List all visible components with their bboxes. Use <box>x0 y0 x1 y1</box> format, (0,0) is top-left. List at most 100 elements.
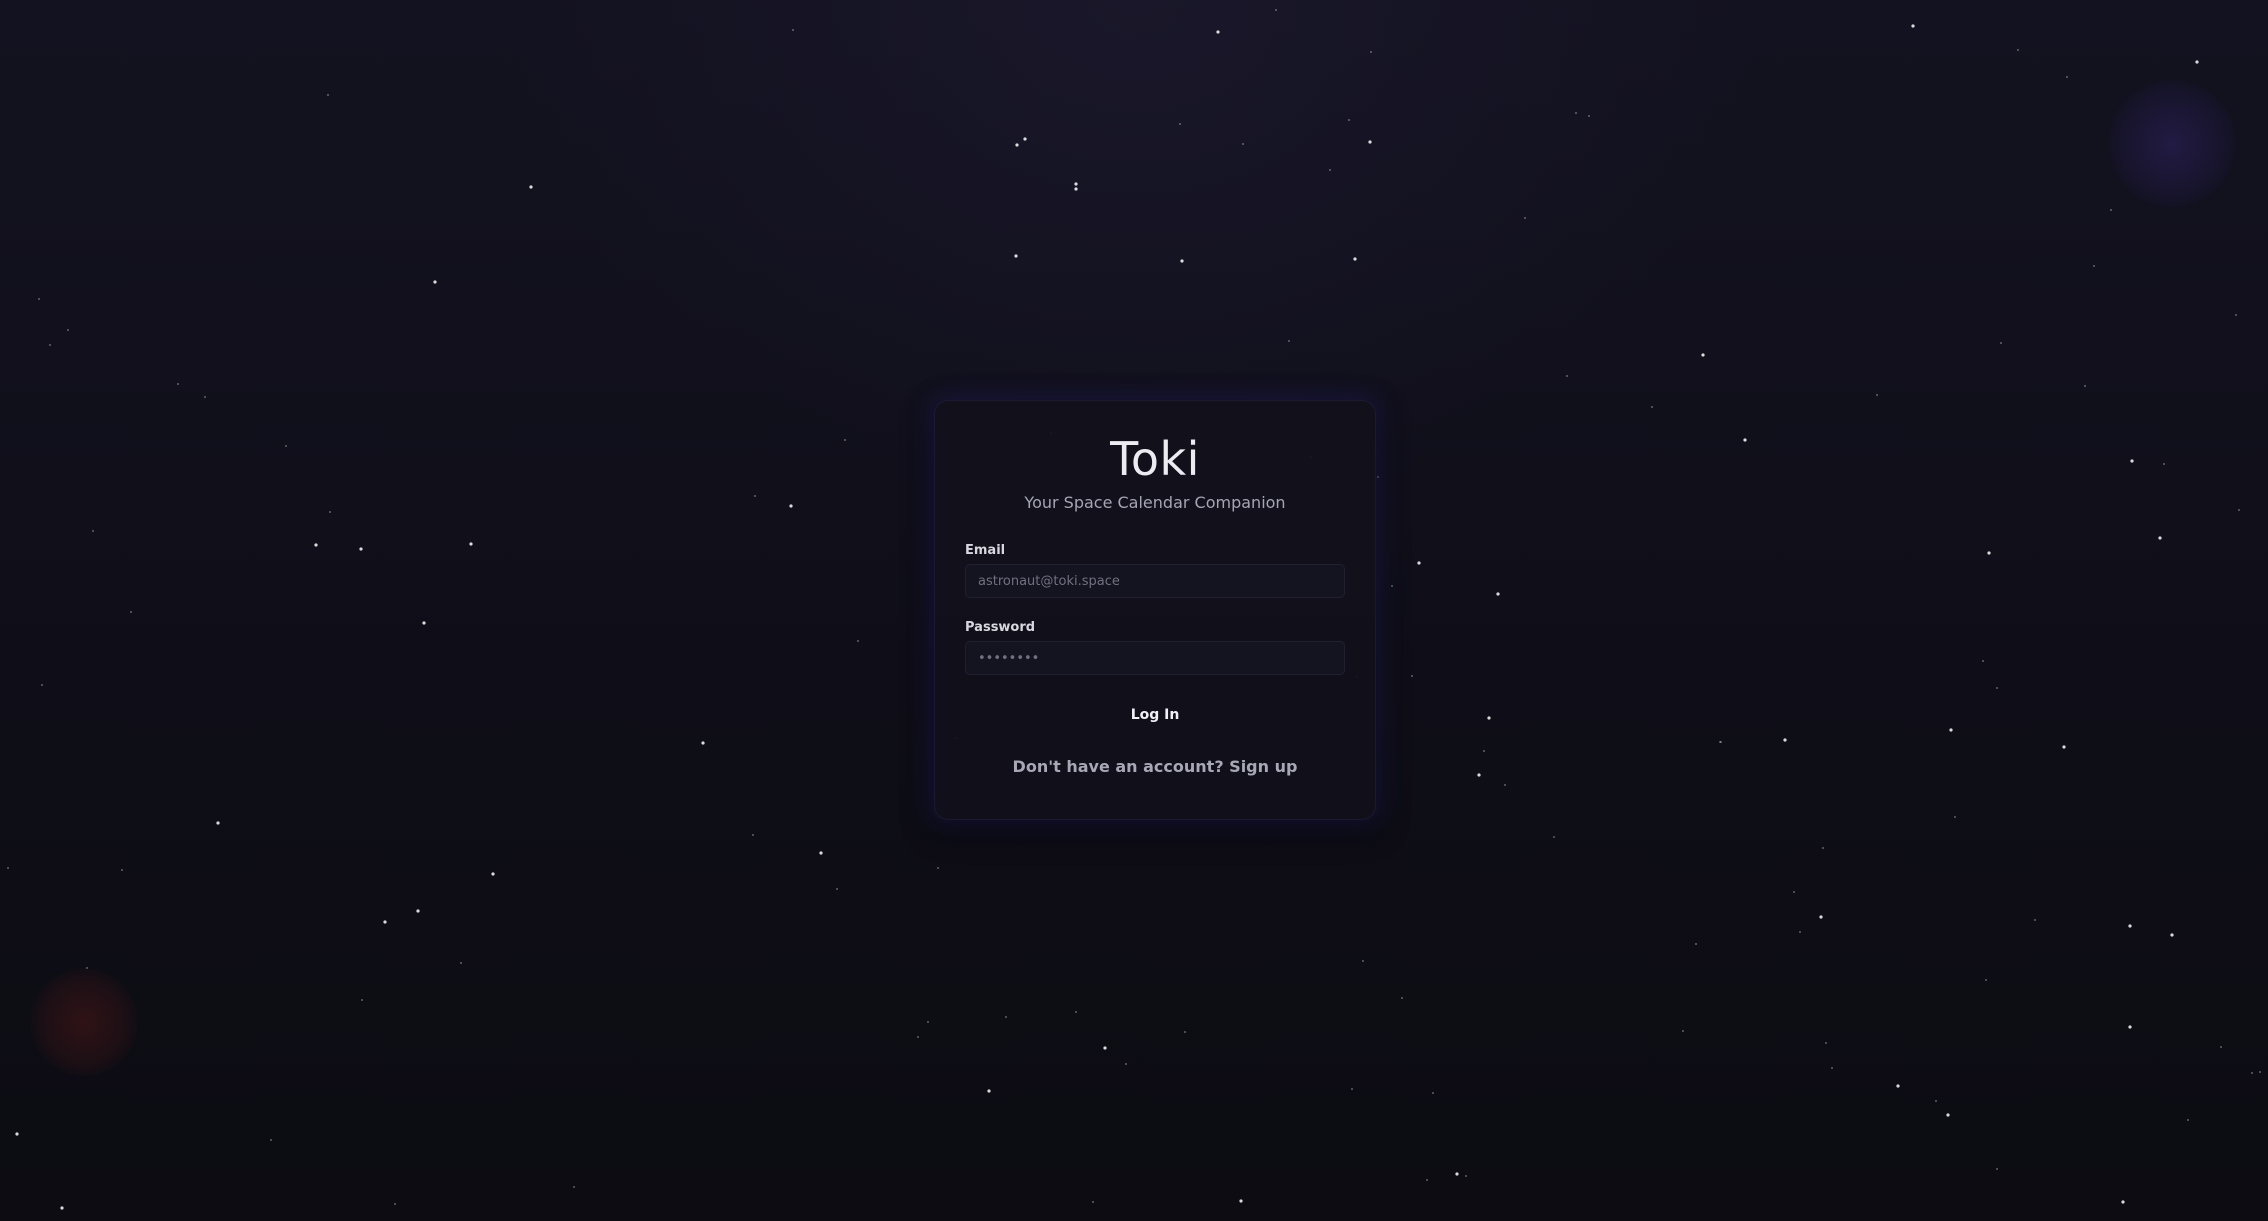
star <box>2110 209 2112 211</box>
star <box>359 547 363 551</box>
star <box>1370 51 1372 53</box>
red-planet-glow <box>30 968 138 1076</box>
star <box>1074 187 1078 191</box>
star <box>7 867 9 869</box>
star <box>1588 115 1590 117</box>
star <box>2259 1071 2261 1073</box>
star <box>130 611 132 613</box>
email-input[interactable] <box>965 564 1345 598</box>
star <box>1465 1175 1467 1177</box>
star <box>1075 1011 1077 1013</box>
star <box>573 1186 575 1188</box>
star <box>1015 143 1019 147</box>
star <box>67 329 69 331</box>
star <box>1822 847 1824 849</box>
star <box>792 29 794 31</box>
star <box>1455 1172 1459 1176</box>
star <box>1426 1179 1428 1181</box>
star <box>1014 254 1018 258</box>
star <box>1987 551 1991 555</box>
star <box>1288 340 1290 342</box>
star <box>1954 816 1956 818</box>
star <box>422 621 426 625</box>
star <box>1911 24 1915 28</box>
star <box>1092 1201 1094 1203</box>
star <box>2251 1072 2253 1074</box>
star <box>2000 342 2002 344</box>
star <box>917 1036 919 1038</box>
star <box>1799 931 1801 933</box>
star <box>1477 773 1481 777</box>
star <box>2158 536 2162 540</box>
star <box>1566 375 1568 377</box>
star <box>1982 660 1984 662</box>
star <box>1368 140 1372 144</box>
star <box>1701 353 1705 357</box>
star <box>987 1089 991 1093</box>
password-input[interactable] <box>965 641 1345 675</box>
star <box>1876 394 1878 396</box>
star <box>1417 561 1421 565</box>
star <box>491 872 495 876</box>
star <box>270 1139 272 1141</box>
star <box>754 495 756 497</box>
star <box>1825 1042 1827 1044</box>
star <box>121 869 123 871</box>
star <box>857 640 859 642</box>
star <box>2235 314 2237 316</box>
star <box>789 504 793 508</box>
star <box>1575 112 1577 114</box>
star <box>2130 459 2134 463</box>
star <box>1391 585 1393 587</box>
star <box>1496 592 1500 596</box>
star <box>204 396 206 398</box>
star <box>701 741 705 745</box>
signup-link[interactable]: Don't have an account? Sign up <box>1013 757 1298 776</box>
star <box>60 1206 64 1210</box>
star <box>1432 1092 1434 1094</box>
star <box>2121 1200 2125 1204</box>
star <box>416 909 420 913</box>
star <box>1819 915 1823 919</box>
star <box>1103 1046 1107 1050</box>
star <box>433 280 437 284</box>
star <box>2066 76 2068 78</box>
star <box>1329 169 1331 171</box>
star <box>1935 1100 1937 1102</box>
app-title: Toki <box>1110 432 1200 486</box>
email-label: Email <box>965 543 1006 558</box>
star <box>1695 943 1697 945</box>
star <box>1504 784 1506 786</box>
star <box>1949 728 1953 732</box>
star <box>1401 997 1403 999</box>
star <box>1553 836 1555 838</box>
purple-planet-glow <box>2108 80 2236 208</box>
login-button[interactable]: Log In <box>1113 701 1198 729</box>
star <box>1996 1168 1998 1170</box>
star <box>394 1203 396 1205</box>
star <box>1239 1199 1243 1203</box>
star <box>177 383 179 385</box>
app-subtitle: Your Space Calendar Companion <box>1024 493 1286 512</box>
star <box>1682 1030 1684 1032</box>
star <box>1362 960 1364 962</box>
star <box>314 543 318 547</box>
star <box>1743 438 1747 442</box>
star <box>1216 30 1220 34</box>
star <box>460 962 462 964</box>
login-card: Toki Your Space Calendar Companion Email… <box>934 400 1376 820</box>
star <box>1831 1067 1833 1069</box>
star <box>2084 385 2086 387</box>
star <box>2238 509 2240 511</box>
star <box>2017 49 2019 51</box>
star <box>285 445 287 447</box>
star <box>937 867 939 869</box>
star <box>1524 217 1526 219</box>
star <box>1242 143 1244 145</box>
star <box>2128 924 2132 928</box>
star <box>327 94 329 96</box>
star <box>1074 182 1078 186</box>
star <box>2170 933 2174 937</box>
star <box>1896 1084 1900 1088</box>
star <box>92 530 94 532</box>
